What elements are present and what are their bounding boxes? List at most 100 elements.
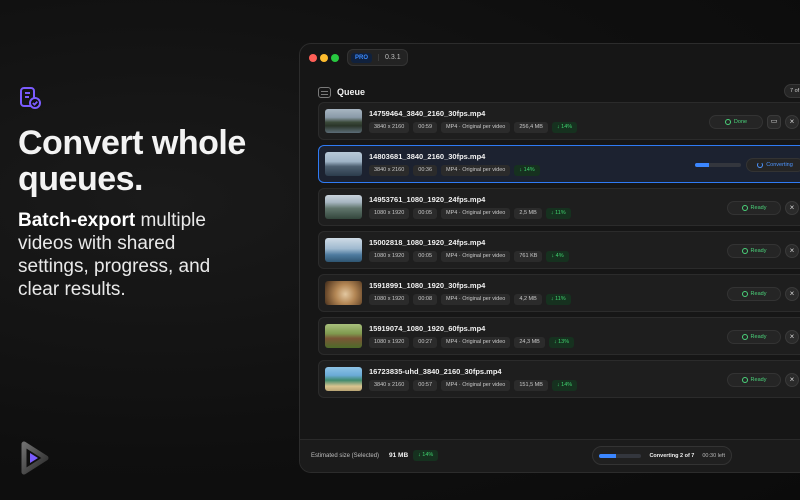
version-pill[interactable]: PRO 0.3.1 — [347, 49, 408, 66]
savings-chip: ↓ 11% — [545, 208, 571, 219]
status-ready-button[interactable]: Ready — [727, 373, 781, 387]
video-filename: 14803681_3840_2160_30fps.mp4 — [369, 152, 486, 161]
video-filename: 15918991_1080_1920_30fps.mp4 — [369, 281, 486, 290]
remove-icon[interactable]: × — [785, 287, 799, 301]
pro-badge: PRO — [351, 52, 373, 63]
duration-chip: 00:08 — [413, 294, 438, 305]
resolution-chip: 1080 x 1920 — [369, 294, 410, 305]
folder-icon[interactable]: ▭ — [767, 115, 781, 129]
status-ready-button[interactable]: Ready — [727, 330, 781, 344]
duration-chip: 00:36 — [413, 165, 438, 176]
video-filename: 14953761_1080_1920_24fps.mp4 — [369, 195, 486, 204]
brand-logo-icon — [21, 441, 49, 475]
format-chip: MP4 · Original per video — [441, 251, 511, 262]
resolution-chip: 1080 x 1920 — [369, 337, 410, 348]
overall-progress-fill — [599, 453, 616, 458]
video-meta-chips: 3840 x 2160 00:36 MP4 · Original per video… — [369, 165, 540, 176]
check-circle-icon — [741, 248, 748, 254]
video-thumbnail — [325, 367, 362, 391]
video-meta-chips: 3840 x 2160 00:57 MP4 · Original per video… — [369, 380, 578, 391]
video-thumbnail — [325, 238, 362, 262]
time-left-text: 00:30 left — [702, 452, 725, 459]
format-chip: MP4 · Original per video — [441, 337, 511, 348]
status-label: Converting — [766, 162, 793, 168]
close-window-button[interactable] — [309, 54, 317, 62]
format-chip: MP4 · Original per video — [441, 380, 511, 391]
video-thumbnail — [325, 324, 362, 348]
estimated-savings-badge: ↓ 14% — [413, 450, 439, 461]
remove-icon[interactable]: × — [785, 330, 799, 344]
status-converting-button[interactable]: Converting — [746, 158, 800, 172]
savings-chip: ↓ 14% — [551, 380, 578, 391]
resolution-chip: 1080 x 1920 — [369, 251, 410, 262]
status-done-button[interactable]: Done — [709, 115, 763, 129]
queue-row[interactable]: 15919074_1080_1920_60fps.mp4 1080 x 1920 0… — [318, 317, 800, 355]
size-chip: 4,2 MB — [514, 294, 542, 305]
row-progress-fill — [695, 163, 709, 167]
check-circle-icon — [741, 377, 748, 383]
queue-title: Queue — [337, 87, 366, 97]
minimize-window-button[interactable] — [320, 54, 328, 62]
duration-chip: 00:27 — [413, 337, 438, 348]
status-label: Ready — [750, 205, 767, 211]
subtext: Batch-export multiple videos with shared… — [18, 209, 238, 301]
savings-chip: ↓ 4% — [546, 251, 569, 262]
estimated-size-label: Estimated size (Selected) — [311, 453, 380, 459]
remove-icon[interactable]: × — [785, 373, 799, 387]
savings-chip: ↓ 14% — [551, 122, 578, 133]
check-circle-icon — [741, 205, 748, 211]
status-ready-button[interactable]: Ready — [727, 201, 781, 215]
status-ready-button[interactable]: Ready — [727, 244, 781, 258]
overall-progress-pill: Converting 2 of 7 00:30 left — [592, 446, 732, 465]
resolution-chip: 3840 x 2160 — [369, 165, 410, 176]
savings-chip: ↓ 13% — [548, 337, 575, 348]
queue-row[interactable]: 14759464_3840_2160_30fps.mp4 3840 x 2160 0… — [318, 102, 800, 140]
titlebar: PRO 0.3.1 — [300, 44, 800, 72]
queue-row[interactable]: 15002818_1080_1920_24fps.mp4 1080 x 1920 0… — [318, 231, 800, 269]
video-meta-chips: 1080 x 1920 00:05 MP4 · Original per video… — [369, 208, 571, 219]
queue-row[interactable]: 14803681_3840_2160_30fps.mp4 3840 x 2160 0… — [318, 145, 800, 183]
format-chip: MP4 · Original per video — [441, 208, 511, 219]
video-meta-chips: 3840 x 2160 00:59 MP4 · Original per video… — [369, 122, 578, 133]
queue-row[interactable]: 16723835-uhd_3840_2160_30fps.mp4 3840 x 2… — [318, 360, 800, 398]
zoom-window-button[interactable] — [331, 54, 339, 62]
savings-chip: ↓ 11% — [545, 294, 571, 305]
status-ready-button[interactable]: Ready — [727, 287, 781, 301]
resolution-chip: 3840 x 2160 — [369, 122, 410, 133]
check-circle-icon — [741, 334, 748, 340]
queue-list-icon — [318, 86, 331, 98]
video-meta-chips: 1080 x 1920 00:08 MP4 · Original per video… — [369, 294, 571, 305]
remove-icon[interactable]: × — [785, 115, 799, 129]
check-circle-icon — [741, 291, 748, 297]
video-filename: 16723835-uhd_3840_2160_30fps.mp4 — [369, 367, 502, 376]
check-circle-icon — [724, 119, 731, 125]
document-check-icon — [20, 87, 41, 109]
video-thumbnail — [325, 281, 362, 305]
app-window: PRO 0.3.1 Queue 7 of 7 ready 14759464_38… — [299, 43, 800, 473]
size-chip: 2,5 MB — [514, 208, 542, 219]
resolution-chip: 1080 x 1920 — [369, 208, 410, 219]
promo-section: Convert whole queues. Batch-export multi… — [18, 86, 288, 301]
duration-chip: 00:05 — [413, 208, 438, 219]
format-chip: MP4 · Original per video — [441, 122, 511, 133]
resolution-chip: 3840 x 2160 — [369, 380, 410, 391]
ready-count-badge: 7 of 7 ready — [784, 84, 800, 98]
queue-row[interactable]: 14953761_1080_1920_24fps.mp4 1080 x 1920 0… — [318, 188, 800, 226]
video-thumbnail — [325, 195, 362, 219]
remove-icon[interactable]: × — [785, 201, 799, 215]
version-label: 0.3.1 — [378, 54, 401, 61]
queue-row[interactable]: 15918991_1080_1920_30fps.mp4 1080 x 1920 0… — [318, 274, 800, 312]
video-meta-chips: 1080 x 1920 00:05 MP4 · Original per video… — [369, 251, 569, 262]
size-chip: 761 KB — [514, 251, 543, 262]
headline: Convert whole queues. — [18, 124, 246, 198]
duration-chip: 00:05 — [413, 251, 438, 262]
video-meta-chips: 1080 x 1920 00:27 MP4 · Original per video… — [369, 337, 575, 348]
remove-icon[interactable]: × — [785, 244, 799, 258]
video-filename: 14759464_3840_2160_30fps.mp4 — [369, 109, 486, 118]
spinner-icon — [757, 162, 764, 168]
estimated-size-value: 91 MB — [389, 452, 409, 459]
video-filename: 15919074_1080_1920_60fps.mp4 — [369, 324, 486, 333]
video-thumbnail — [325, 152, 362, 176]
subtext-bold: Batch-export — [18, 210, 136, 231]
duration-chip: 00:59 — [413, 122, 438, 133]
